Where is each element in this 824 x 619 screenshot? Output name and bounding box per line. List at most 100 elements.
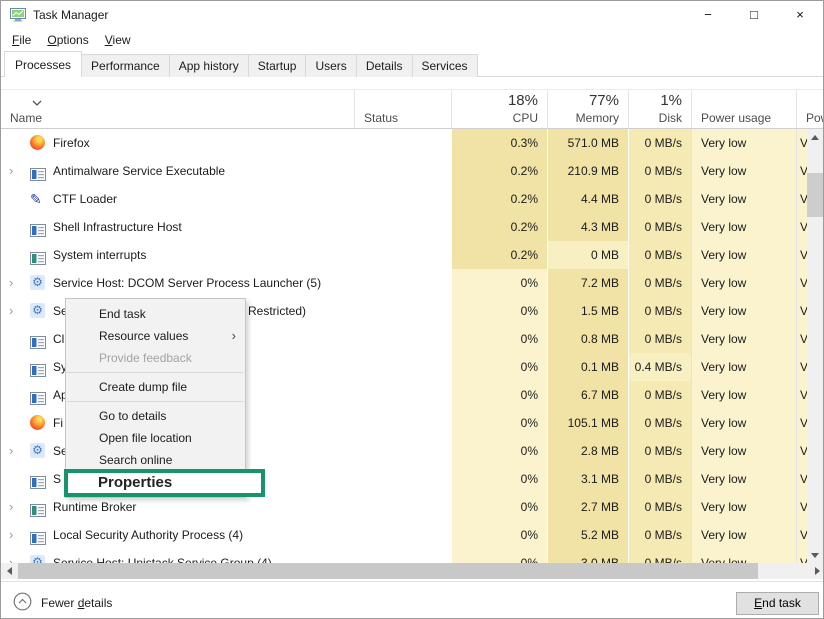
end-task-button[interactable]: End task [736,592,819,615]
table-row[interactable]: ›Antimalware Service Executable0.2%210.9… [1,157,824,185]
fewer-details-label: Fewer details [41,596,112,610]
name-cell: › Antimalware Service Executable [1,157,354,185]
power-usage-cell: Very low [691,129,796,157]
context-menu-item-create-dump-file[interactable]: Create dump file [66,376,245,398]
scroll-left-arrow[interactable] [1,563,17,579]
row-expand-chevron-icon[interactable]: › [9,157,13,185]
context-menu-item-properties[interactable]: Properties [68,473,261,493]
table-row[interactable]: System interrupts0.2%0 MB0 MB/sVery lowV… [1,241,824,269]
vertical-scroll-thumb[interactable] [807,173,823,217]
menu-view[interactable]: View [97,31,139,49]
cpu-cell: 0% [451,269,547,297]
table-row[interactable]: ›⚙Service Host: Unistack Service Group (… [1,549,824,563]
column-header-power-usage[interactable]: Power usage [691,90,796,128]
power-usage-cell: Very low [691,185,796,213]
column-label: Status [355,111,451,125]
service-gear-icon: ⚙ [30,443,46,459]
power-usage-cell: Very low [691,213,796,241]
row-expand-chevron-icon[interactable]: › [9,521,13,549]
minimize-button[interactable]: − [685,1,731,29]
scroll-right-arrow[interactable] [809,563,824,579]
name-cell: Shell Infrastructure Host [1,213,354,241]
memory-cell: 2.8 MB [547,437,628,465]
power-usage-cell: Very low [691,549,796,563]
column-header-name[interactable]: Name [1,90,354,128]
column-label: Pow [797,111,824,125]
scroll-down-arrow[interactable] [807,547,823,563]
context-menu-item-resource-values[interactable]: Resource values› [66,325,245,347]
submenu-arrow-icon: › [232,325,236,347]
title-bar: Task Manager − □ × [1,1,823,29]
row-expand-chevron-icon[interactable]: › [9,269,13,297]
firefox-icon [30,415,46,431]
tab-details[interactable]: Details [356,54,413,77]
power-usage-cell: Very low [691,465,796,493]
power-usage-cell: Very low [691,269,796,297]
column-header-cpu[interactable]: 18%CPU [451,90,547,128]
menu-file[interactable]: File [4,31,39,49]
horizontal-scroll-thumb[interactable] [18,563,758,579]
tab-processes[interactable]: Processes [4,51,82,77]
table-row[interactable]: Firefox0.3%571.0 MB0 MB/sVery lowVe [1,129,824,157]
tab-app-history[interactable]: App history [169,54,249,77]
power-usage-cell: Very low [691,157,796,185]
column-label: Name [1,111,354,125]
status-cell [354,185,451,213]
column-header-disk[interactable]: 1%Disk [628,90,691,128]
column-label: Disk [629,111,691,125]
disk-cell: 0.4 MB/s [628,353,691,381]
app-window-icon [30,471,46,487]
menu-separator [67,401,244,402]
column-header-memory[interactable]: 77%Memory [547,90,628,128]
row-expand-chevron-icon[interactable]: › [9,297,13,325]
context-menu-item-search-online[interactable]: Search online [66,449,245,471]
tab-services[interactable]: Services [412,54,478,77]
table-row[interactable]: ›⚙Service Host: DCOM Server Process Laun… [1,269,824,297]
cpu-cell: 0% [451,409,547,437]
table-row[interactable]: ✎CTF Loader0.2%4.4 MB0 MB/sVery lowVe [1,185,824,213]
power-usage-cell: Very low [691,521,796,549]
process-name: Antimalware Service Executable [53,157,225,185]
menu-options[interactable]: Options [39,31,96,49]
fewer-details-toggle[interactable]: Fewer details [13,592,112,614]
status-cell [354,157,451,185]
service-gear-icon: ⚙ [30,275,46,291]
column-header-pow[interactable]: Pow [796,90,824,128]
memory-cell: 4.3 MB [547,213,628,241]
tab-startup[interactable]: Startup [248,54,307,77]
service-gear-icon: ⚙ [30,303,46,319]
process-name: Cl [53,325,64,353]
context-menu-item-go-to-details[interactable]: Go to details [66,405,245,427]
disk-cell: 0 MB/s [628,465,691,493]
window-title: Task Manager [33,8,108,22]
cpu-cell: 0.2% [451,185,547,213]
maximize-button[interactable]: □ [731,1,777,29]
vertical-scrollbar[interactable] [807,129,823,563]
tab-performance[interactable]: Performance [81,54,170,77]
table-row[interactable]: Shell Infrastructure Host0.2%4.3 MB0 MB/… [1,213,824,241]
cpu-cell: 0% [451,325,547,353]
process-name: Shell Infrastructure Host [53,213,182,241]
context-menu-item-end-task[interactable]: End task [66,303,245,325]
app-window-icon [30,527,46,543]
cpu-cell: 0% [451,549,547,563]
process-name: Service Host: Unistack Service Group (4) [53,549,272,563]
properties-annotation-box[interactable]: Properties [64,469,265,497]
horizontal-scrollbar[interactable] [1,563,824,579]
close-button[interactable]: × [777,1,823,29]
memory-cell: 0.1 MB [547,353,628,381]
row-expand-chevron-icon[interactable]: › [9,549,13,563]
pen-input-icon: ✎ [30,191,46,207]
disk-cell: 0 MB/s [628,269,691,297]
row-expand-chevron-icon[interactable]: › [9,437,13,465]
table-row[interactable]: ›Local Security Authority Process (4)0%5… [1,521,824,549]
scroll-up-arrow[interactable] [807,129,823,145]
cpu-cell: 0% [451,353,547,381]
column-header-status[interactable]: Status [354,90,451,128]
cpu-cell: 0% [451,437,547,465]
aggregate-cpu: 18% [452,92,547,110]
row-expand-chevron-icon[interactable]: › [9,493,13,521]
tab-users[interactable]: Users [305,54,356,77]
context-menu-item-open-file-location[interactable]: Open file location [66,427,245,449]
window-controls: − □ × [685,1,823,29]
